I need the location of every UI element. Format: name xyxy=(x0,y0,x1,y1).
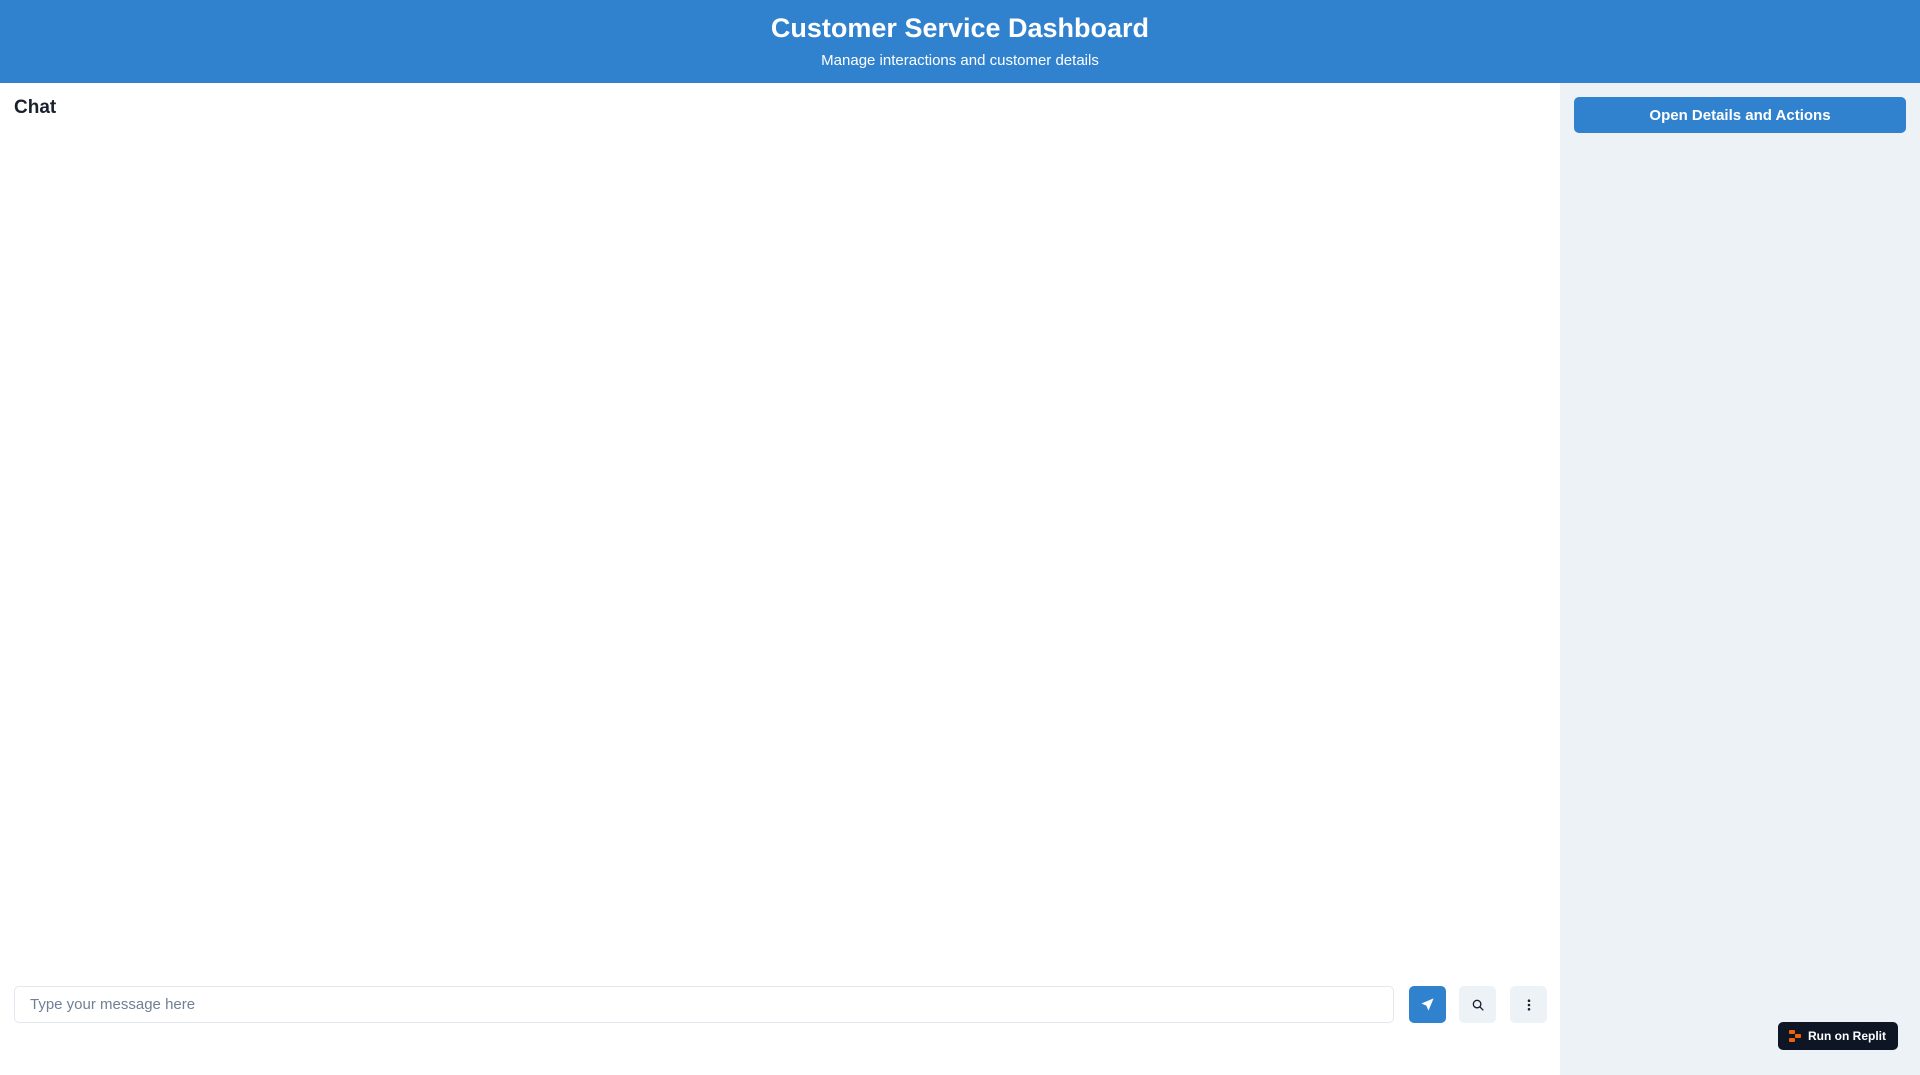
details-side-panel: Open Details and Actions xyxy=(1560,83,1920,1075)
replit-icon xyxy=(1789,1030,1801,1042)
open-details-button[interactable]: Open Details and Actions xyxy=(1574,97,1906,133)
chat-title: Chat xyxy=(14,97,57,118)
search-button[interactable] xyxy=(1459,986,1496,1023)
chat-panel: Chat xyxy=(0,83,1560,1075)
run-on-replit-badge[interactable]: Run on Replit xyxy=(1778,1022,1898,1050)
page-subtitle: Manage interactions and customer details xyxy=(821,52,1099,69)
more-options-button[interactable] xyxy=(1510,986,1547,1023)
page-title: Customer Service Dashboard xyxy=(770,13,1150,43)
app-header: Customer Service Dashboard Manage intera… xyxy=(0,0,1920,83)
send-icon xyxy=(1421,998,1434,1011)
message-input[interactable] xyxy=(14,986,1394,1023)
send-button[interactable] xyxy=(1409,986,1446,1023)
badge-label: Run on Replit xyxy=(1808,1029,1886,1043)
more-vertical-icon xyxy=(1527,998,1530,1011)
search-icon xyxy=(1472,999,1484,1011)
